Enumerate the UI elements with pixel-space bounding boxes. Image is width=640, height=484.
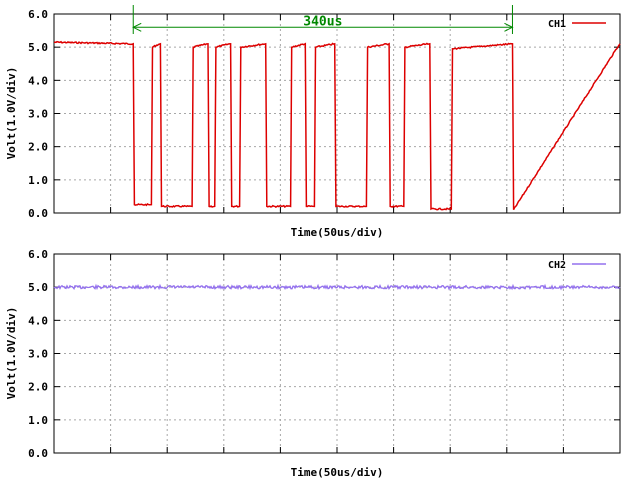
- annotation-label: 340us: [303, 14, 342, 29]
- chart-panel-ch2: 0.0 1.0 2.0 3.0 4.0 5.0 6.0 CH2 Volt(1.0V/div)…: [5, 248, 621, 479]
- y-tick-label: 6.0: [28, 8, 48, 21]
- chart-panel-ch1: 0.0 1.0 2.0 3.0 4.0 5.0 6.0 340us CH1 Volt(1.0…: [5, 5, 621, 239]
- legend-label-ch1: CH1: [548, 19, 566, 30]
- y-tick-labels: 0.0 1.0 2.0 3.0 4.0 5.0 6.0: [28, 8, 48, 220]
- y-tick-label: 4.0: [28, 314, 48, 327]
- y-tick-label: 0.0: [28, 447, 48, 460]
- y-tick-label: 3.0: [28, 108, 48, 121]
- y-tick-label: 4.0: [28, 74, 48, 87]
- y-tick-label: 3.0: [28, 348, 48, 361]
- y-tick-label: 1.0: [28, 174, 48, 187]
- annotation-340us: 340us: [132, 5, 514, 34]
- y-tick-label: 2.0: [28, 381, 48, 394]
- x-axis-label: Time(50us/div): [291, 226, 384, 239]
- legend-label-ch2: CH2: [548, 260, 566, 271]
- grid-lines: [54, 14, 620, 213]
- y-axis-label: Volt(1.0V/div): [5, 307, 18, 400]
- y-tick-label: 5.0: [28, 41, 48, 54]
- legend: CH1: [548, 19, 606, 30]
- y-tick-label: 1.0: [28, 414, 48, 427]
- y-tick-label: 0.0: [28, 207, 48, 220]
- series-line-ch2: [53, 283, 621, 291]
- y-tick-label: 6.0: [28, 248, 48, 261]
- legend: CH2: [548, 260, 606, 271]
- x-axis-label: Time(50us/div): [291, 466, 384, 479]
- y-tick-label: 2.0: [28, 141, 48, 154]
- y-axis-label: Volt(1.0V/div): [5, 67, 18, 160]
- oscilloscope-plot: 0.0 1.0 2.0 3.0 4.0 5.0 6.0 340us CH1 Volt(1.0…: [5, 5, 621, 479]
- grid-lines: [54, 254, 620, 453]
- y-tick-label: 5.0: [28, 281, 48, 294]
- y-tick-labels: 0.0 1.0 2.0 3.0 4.0 5.0 6.0: [28, 248, 48, 460]
